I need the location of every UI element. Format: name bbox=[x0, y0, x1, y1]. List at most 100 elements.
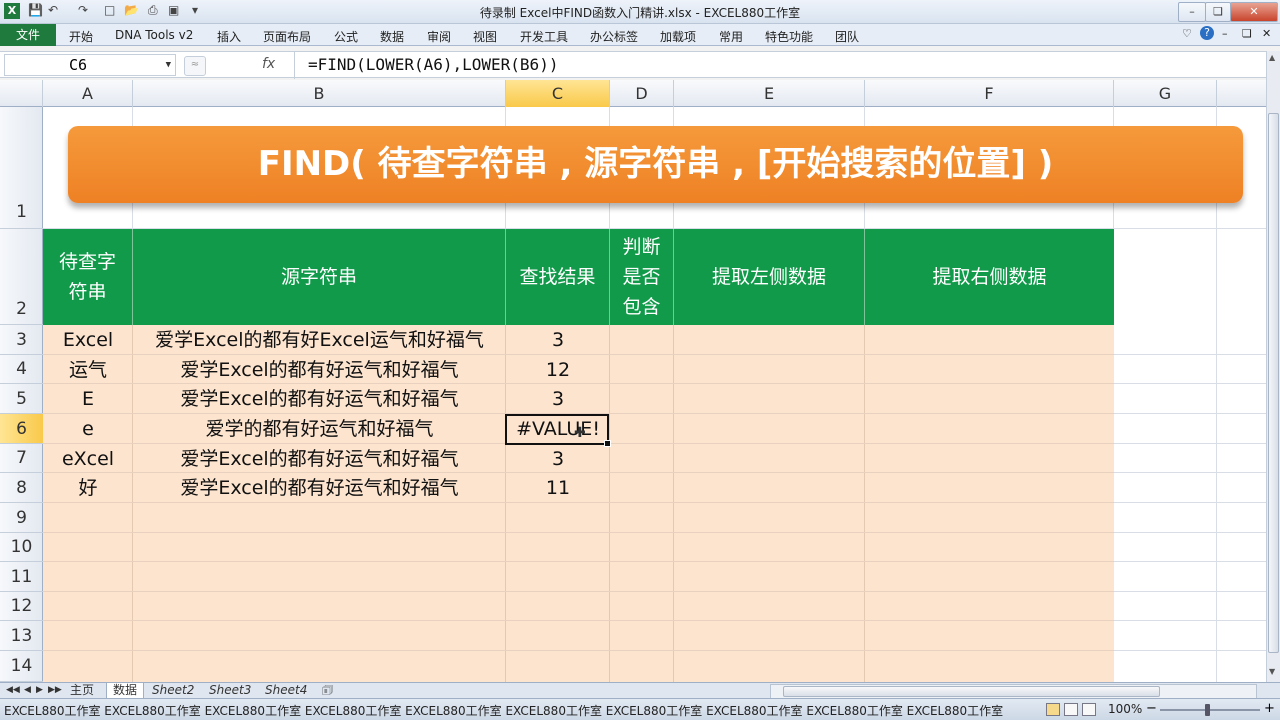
row-header-14[interactable]: 14 bbox=[0, 651, 43, 682]
ribbon-collapse-icon[interactable]: ♡ bbox=[1182, 27, 1192, 40]
header-find-result[interactable]: 查找结果 bbox=[506, 229, 610, 325]
tab-insert[interactable]: 插入 bbox=[217, 28, 241, 45]
tab-file[interactable]: 文件 bbox=[0, 24, 56, 46]
horizontal-scrollbar[interactable] bbox=[770, 684, 1257, 699]
tab-data[interactable]: 数据 bbox=[380, 28, 404, 45]
sheet-tab-sheet3[interactable]: Sheet3 bbox=[209, 683, 251, 698]
header-contains[interactable]: 判断 是否 包含 bbox=[610, 229, 674, 325]
row-header-7[interactable]: 7 bbox=[0, 444, 43, 473]
row-header-6[interactable]: 6 bbox=[0, 414, 43, 444]
fill-handle[interactable] bbox=[604, 440, 611, 447]
column-header-f[interactable]: F bbox=[865, 80, 1114, 107]
sheet-tab-home[interactable]: 主页 bbox=[70, 683, 94, 698]
close-button[interactable]: ✕ bbox=[1230, 2, 1278, 22]
tab-review[interactable]: 审阅 bbox=[427, 28, 451, 45]
tab-team[interactable]: 团队 bbox=[835, 28, 859, 45]
cell-b8[interactable]: 爱学Excel的都有好运气和好福气 bbox=[133, 473, 506, 503]
zoom-slider-knob[interactable] bbox=[1205, 704, 1210, 716]
column-header-e[interactable]: E bbox=[674, 80, 865, 107]
name-box[interactable]: C6 ▼ bbox=[4, 54, 176, 76]
vertical-scrollbar[interactable]: ▲ ▼ bbox=[1266, 51, 1280, 682]
page-break-view-icon[interactable] bbox=[1082, 703, 1096, 716]
help-icon[interactable]: ? bbox=[1200, 26, 1214, 40]
workbook-minimize-icon[interactable]: – bbox=[1222, 27, 1228, 40]
sheet-tab-data[interactable]: 数据 bbox=[106, 683, 145, 699]
row-header-3[interactable]: 3 bbox=[0, 325, 43, 355]
row-header-13[interactable]: 13 bbox=[0, 621, 43, 651]
row-header-11[interactable]: 11 bbox=[0, 562, 43, 592]
tab-office-tab[interactable]: 办公标签 bbox=[590, 28, 638, 45]
insert-function-icon[interactable]: fx bbox=[262, 56, 275, 72]
tab-add-ins[interactable]: 加载项 bbox=[660, 28, 696, 45]
select-all-corner[interactable] bbox=[0, 80, 43, 107]
cell-b7[interactable]: 爱学Excel的都有好运气和好福气 bbox=[133, 444, 506, 474]
cell-a5[interactable]: E bbox=[43, 384, 133, 414]
cell-c7[interactable]: 3 bbox=[506, 444, 610, 474]
vertical-scroll-thumb[interactable] bbox=[1268, 113, 1279, 653]
tab-home[interactable]: 开始 bbox=[69, 28, 93, 45]
next-sheet-icon[interactable]: ▶ bbox=[36, 683, 43, 698]
tab-page-layout[interactable]: 页面布局 bbox=[263, 28, 311, 45]
column-header-d[interactable]: D bbox=[610, 80, 674, 107]
row-header-8[interactable]: 8 bbox=[0, 473, 43, 503]
active-cell-border[interactable] bbox=[505, 414, 611, 447]
first-sheet-icon[interactable]: ◀◀ bbox=[6, 683, 20, 698]
row-header-5[interactable]: 5 bbox=[0, 384, 43, 414]
minimize-button[interactable]: – bbox=[1178, 2, 1206, 22]
worksheet-grid[interactable]: FIND( 待查字符串 , 源字符串 , [开始搜索的位置] ) 待查字 符串 … bbox=[43, 107, 1266, 682]
cell-b5[interactable]: 爱学Excel的都有好运气和好福气 bbox=[133, 384, 506, 414]
cell-c8[interactable]: 11 bbox=[506, 473, 610, 503]
cell-a4[interactable]: 运气 bbox=[43, 355, 133, 385]
header-extract-left[interactable]: 提取左侧数据 bbox=[674, 229, 865, 325]
scroll-up-icon[interactable]: ▲ bbox=[1269, 53, 1275, 62]
last-sheet-icon[interactable]: ▶▶ bbox=[48, 683, 62, 698]
cell-b4[interactable]: 爱学Excel的都有好运气和好福气 bbox=[133, 355, 506, 385]
normal-view-icon[interactable] bbox=[1046, 703, 1060, 716]
cell-a8[interactable]: 好 bbox=[43, 473, 133, 503]
row-header-10[interactable]: 10 bbox=[0, 533, 43, 562]
formula-input[interactable]: =FIND(LOWER(A6),LOWER(B6)) bbox=[308, 55, 558, 74]
row-header-12[interactable]: 12 bbox=[0, 592, 43, 621]
workbook-restore-icon[interactable]: ❏ bbox=[1242, 27, 1252, 40]
tab-common[interactable]: 常用 bbox=[719, 28, 743, 45]
row-header-9[interactable]: 9 bbox=[0, 503, 43, 533]
column-header-a[interactable]: A bbox=[43, 80, 133, 107]
cell-b3[interactable]: 爱学Excel的都有好Excel运气和好福气 bbox=[133, 325, 506, 355]
row-header-1[interactable]: 1 bbox=[0, 107, 43, 229]
scroll-down-icon[interactable]: ▼ bbox=[1269, 667, 1275, 676]
tab-developer[interactable]: 开发工具 bbox=[520, 28, 568, 45]
zoom-slider[interactable] bbox=[1160, 709, 1260, 711]
header-source-text[interactable]: 源字符串 bbox=[133, 229, 506, 325]
zoom-out-icon[interactable]: − bbox=[1146, 701, 1157, 716]
header-extract-right[interactable]: 提取右侧数据 bbox=[865, 229, 1114, 325]
row-header-4[interactable]: 4 bbox=[0, 355, 43, 384]
sheet-tab-sheet2[interactable]: Sheet2 bbox=[152, 683, 194, 698]
horizontal-scroll-thumb[interactable] bbox=[783, 686, 1160, 697]
cell-a3[interactable]: Excel bbox=[43, 325, 133, 355]
tab-formulas[interactable]: 公式 bbox=[334, 28, 358, 45]
formula-cancel-icon[interactable]: ≈ bbox=[184, 56, 206, 76]
prev-sheet-icon[interactable]: ◀ bbox=[24, 683, 31, 698]
header-search-text[interactable]: 待查字 符串 bbox=[43, 229, 133, 325]
cell-b6[interactable]: 爱学的都有好运气和好福气 bbox=[133, 414, 506, 444]
cell-c4[interactable]: 12 bbox=[506, 355, 610, 385]
page-layout-view-icon[interactable] bbox=[1064, 703, 1078, 716]
chevron-down-icon[interactable]: ▼ bbox=[166, 55, 171, 76]
sheet-tab-sheet4[interactable]: Sheet4 bbox=[265, 683, 307, 698]
column-header-c[interactable]: C bbox=[506, 80, 610, 107]
maximize-button[interactable]: ❏ bbox=[1205, 2, 1231, 22]
zoom-level[interactable]: 100% bbox=[1108, 702, 1142, 716]
row-header-2[interactable]: 2 bbox=[0, 229, 43, 325]
insert-sheet-icon[interactable]: 🗊 bbox=[322, 683, 333, 698]
zoom-in-icon[interactable]: + bbox=[1264, 701, 1275, 716]
cell-c3[interactable]: 3 bbox=[506, 325, 610, 355]
tab-special[interactable]: 特色功能 bbox=[765, 28, 813, 45]
tab-view[interactable]: 视图 bbox=[473, 28, 497, 45]
cell-c5[interactable]: 3 bbox=[506, 384, 610, 414]
cell-a7[interactable]: eXcel bbox=[43, 444, 133, 474]
column-header-g[interactable]: G bbox=[1114, 80, 1217, 107]
cell-a6[interactable]: e bbox=[43, 414, 133, 444]
tab-dna-tools[interactable]: DNA Tools v2 bbox=[115, 28, 193, 42]
workbook-close-icon[interactable]: ✕ bbox=[1262, 27, 1271, 40]
column-header-b[interactable]: B bbox=[133, 80, 506, 107]
